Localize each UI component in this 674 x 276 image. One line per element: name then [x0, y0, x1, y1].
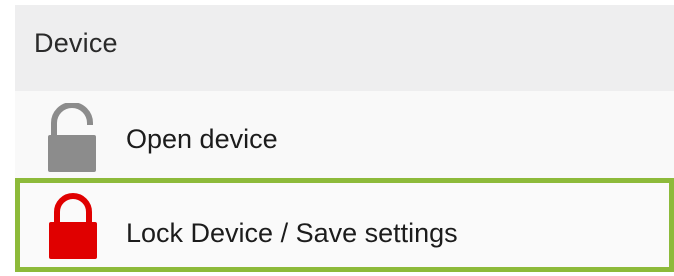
device-settings-panel: Device Open device Lock Device / Save se… — [0, 0, 674, 276]
section-title: Device — [34, 28, 118, 58]
open-device-row[interactable]: Open device — [15, 91, 674, 179]
lock-device-label: Lock Device / Save settings — [126, 218, 458, 248]
locked-padlock-icon — [49, 193, 97, 259]
section-header: Device — [15, 5, 674, 91]
open-padlock-icon — [48, 103, 96, 172]
open-device-label: Open device — [126, 124, 278, 154]
lock-device-row[interactable]: Lock Device / Save settings — [15, 178, 674, 272]
